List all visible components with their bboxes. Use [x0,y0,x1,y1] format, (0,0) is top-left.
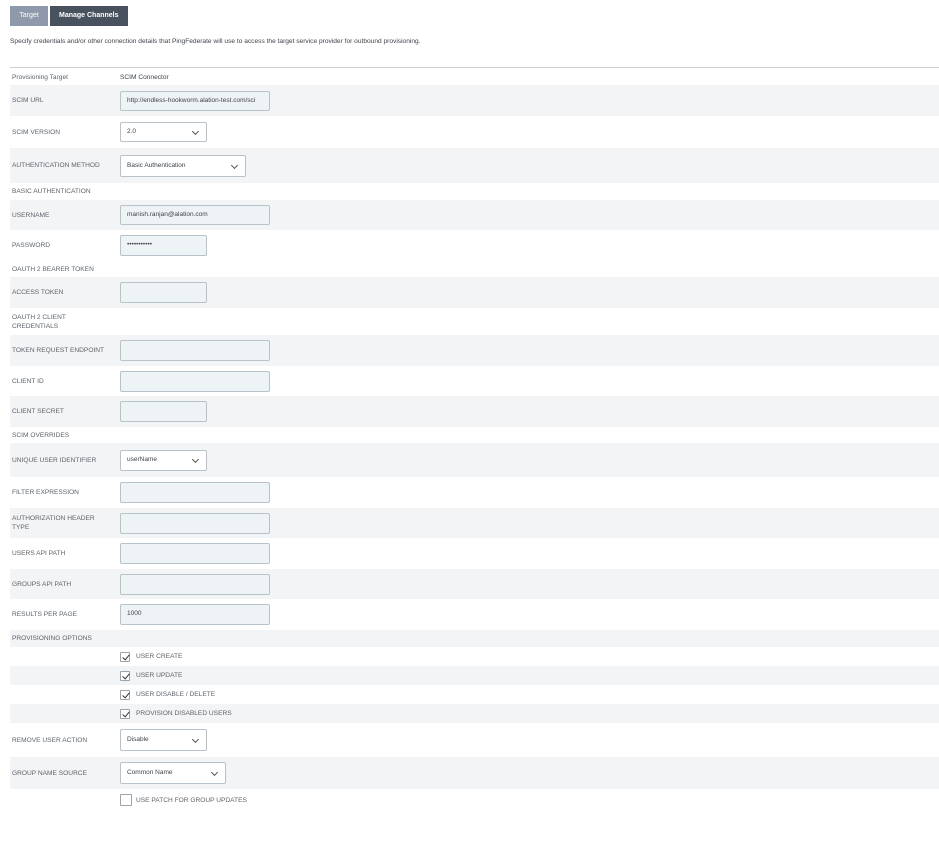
oauth-bearer-section-label: OAUTH 2 BEARER TOKEN [12,265,94,273]
unique-user-id-value: userName [127,455,157,463]
checkmark-icon [122,652,130,660]
row-client-secret: CLIENT SECRET [10,396,939,427]
unique-user-id-select[interactable]: userName [120,449,207,471]
divider [10,67,939,68]
remove-user-action-label: REMOVE USER ACTION [12,736,88,744]
row-use-patch: USE PATCH FOR GROUP UPDATES [10,790,939,810]
chevron-down-icon [191,127,200,136]
username-label: USERNAME [12,211,50,219]
row-provisioning-target: Provisioning Target SCIM Connector [10,69,939,85]
row-user-create: USER CREATE [10,647,939,666]
row-client-id: CLIENT ID [10,366,939,396]
scim-overrides-section-label: SCIM OVERRIDES [12,431,70,439]
use-patch-checkbox[interactable] [120,794,132,806]
password-label: PASSWORD [12,242,50,249]
row-user-disable: USER DISABLE / DELETE [10,685,939,704]
row-token-endpoint: TOKEN REQUEST ENDPOINT [10,335,939,366]
users-api-path-label: USERS API PATH [12,550,66,557]
row-groups-api-path: GROUPS API PATH [10,569,939,599]
user-create-label: USER CREATE [136,653,183,660]
group-name-source-label: GROUP NAME SOURCE [12,769,87,777]
unique-user-id-label: UNIQUE USER IDENTIFIER [12,456,97,464]
row-oauth-bearer-header: OAUTH 2 BEARER TOKEN [10,261,939,277]
access-token-label: ACCESS TOKEN [12,289,64,296]
user-update-checkbox[interactable] [120,670,130,681]
prov-options-section-label: PROVISIONING OPTIONS [12,635,92,642]
provision-disabled-label: PROVISION DISABLED USERS [136,710,232,717]
row-unique-user-id: UNIQUE USER IDENTIFIER userName [10,443,939,477]
provisioning-target-label: Provisioning Target [12,73,68,81]
provision-disabled-checkbox[interactable] [120,708,130,719]
group-name-source-select[interactable]: Common Name [120,762,226,784]
row-oauth-client-header: OAUTH 2 CLIENT CREDENTIALS [10,308,939,335]
row-auth-header-type: AUTHORIZATION HEADER TYPE [10,508,939,538]
tab-manage-channels[interactable]: Manage Channels [50,6,128,26]
username-input[interactable]: manish.ranjan@alation.com [120,205,270,225]
row-remove-user-action: REMOVE USER ACTION Disable [10,723,939,757]
checkmark-icon [122,709,130,717]
page-description: Specify credentials and/or other connect… [10,38,421,45]
row-scim-overrides-header: SCIM OVERRIDES [10,427,939,443]
user-disable-checkbox[interactable] [120,689,130,700]
chevron-down-icon [210,768,219,777]
row-password: PASSWORD ••••••••••• [10,230,939,261]
row-scim-version: SCIM VERSION 2.0 [10,116,939,148]
groups-api-path-input[interactable] [120,573,270,595]
access-token-input[interactable] [120,282,207,303]
auth-method-select[interactable]: Basic Authentication [120,154,246,177]
row-auth-method: AUTHENTICATION METHOD Basic Authenticati… [10,148,939,183]
results-per-page-input[interactable]: 1000 [120,604,270,625]
scim-version-label: SCIM VERSION [12,128,60,136]
auth-method-value: Basic Authentication [127,161,186,169]
provisioning-target-value: SCIM Connector [120,73,169,81]
chevron-down-icon [191,735,200,744]
results-per-page-label: RESULTS PER PAGE [12,611,77,618]
checkmark-icon [122,690,130,698]
row-basic-auth-header: BASIC AUTHENTICATION [10,183,939,200]
group-name-source-value: Common Name [127,769,173,776]
scim-version-value: 2.0 [127,128,137,135]
row-user-update: USER UPDATE [10,666,939,685]
auth-method-label: AUTHENTICATION METHOD [12,162,100,169]
scim-url-input[interactable]: http://endless-hookworm.alation-test.com… [120,90,270,111]
row-results-per-page: RESULTS PER PAGE 1000 [10,599,939,630]
chevron-down-icon [230,161,239,169]
token-endpoint-input[interactable] [120,340,270,361]
row-access-token: ACCESS TOKEN [10,277,939,308]
auth-header-type-label: AUTHORIZATION HEADER TYPE [12,515,95,531]
remove-user-action-value: Disable [127,736,149,743]
user-create-checkbox[interactable] [120,651,130,662]
chevron-down-icon [191,455,200,463]
user-update-label: USER UPDATE [136,672,183,679]
client-secret-input[interactable] [120,401,207,422]
row-group-name-source: GROUP NAME SOURCE Common Name [10,757,939,789]
checkmark-icon [122,671,130,679]
scim-version-select[interactable]: 2.0 [120,122,207,142]
password-input[interactable]: ••••••••••• [120,235,207,256]
row-filter-expression: FILTER EXPRESSION [10,477,939,508]
oauth-client-section-label: OAUTH 2 CLIENT CREDENTIALS [12,313,66,330]
token-endpoint-label: TOKEN REQUEST ENDPOINT [12,347,105,354]
filter-expression-input[interactable] [120,482,270,503]
remove-user-action-select[interactable]: Disable [120,729,207,751]
scim-url-label: SCIM URL [12,97,44,104]
row-prov-options-header: PROVISIONING OPTIONS [10,630,939,647]
row-users-api-path: USERS API PATH [10,538,939,569]
filter-expression-label: FILTER EXPRESSION [12,489,79,496]
tab-target[interactable]: Target [10,6,48,26]
row-provision-disabled: PROVISION DISABLED USERS [10,704,939,723]
basic-auth-section-label: BASIC AUTHENTICATION [12,188,91,195]
client-id-input[interactable] [120,370,270,392]
users-api-path-input[interactable] [120,543,270,564]
client-secret-label: CLIENT SECRET [12,408,64,415]
use-patch-label: USE PATCH FOR GROUP UPDATES [136,796,247,804]
row-scim-url: SCIM URL http://endless-hookworm.alation… [10,85,939,116]
client-id-label: CLIENT ID [12,377,44,385]
tab-bar: Target Manage Channels [10,6,128,26]
groups-api-path-label: GROUPS API PATH [12,580,72,588]
row-username: USERNAME manish.ranjan@alation.com [10,200,939,230]
user-disable-label: USER DISABLE / DELETE [136,691,216,698]
auth-header-type-input[interactable] [120,512,270,534]
